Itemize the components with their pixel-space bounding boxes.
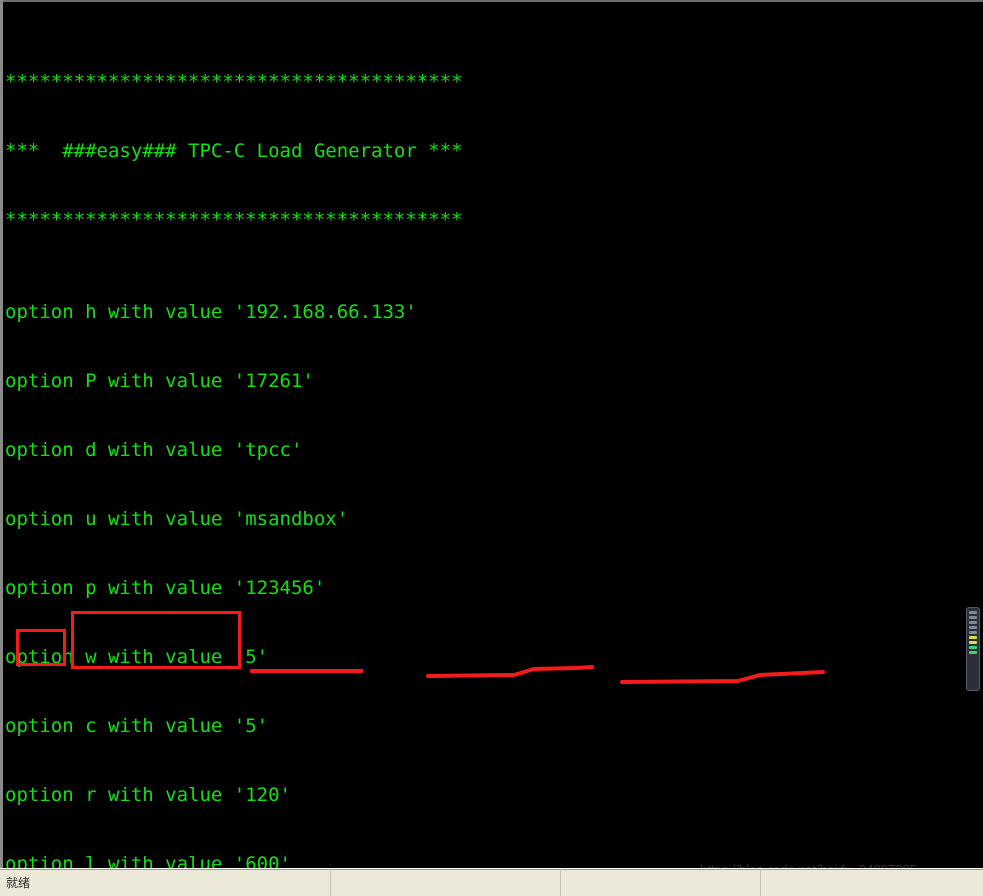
terminal-window[interactable]: ****************************************…	[0, 0, 983, 868]
terminal-screen[interactable]: ****************************************…	[5, 2, 983, 868]
banner-rule-bottom: ****************************************	[5, 209, 463, 231]
scroll-segment	[969, 636, 977, 639]
scroll-segment	[969, 616, 977, 619]
status-bar: 就绪	[0, 868, 983, 896]
scroll-segment	[969, 646, 977, 649]
scroll-segment	[969, 641, 977, 644]
banner-rule-top: ****************************************	[5, 71, 463, 93]
status-bar-ready-label: 就绪	[6, 876, 31, 890]
status-bar-separator	[760, 869, 761, 896]
scroll-segment	[969, 611, 977, 614]
option-line-u: option u with value 'msandbox'	[5, 508, 349, 530]
status-bar-separator	[560, 869, 561, 896]
scroll-segment	[969, 621, 977, 624]
scrollbar-indicator[interactable]	[966, 607, 980, 691]
option-line-p: option p with value '123456'	[5, 577, 326, 599]
option-line-d: option d with value 'tpcc'	[5, 439, 303, 461]
option-line-P: option P with value '17261'	[5, 370, 314, 392]
option-line-c: option c with value '5'	[5, 715, 269, 737]
scroll-segment	[969, 626, 977, 629]
option-line-r: option r with value '120'	[5, 784, 291, 806]
scroll-segment	[969, 631, 977, 634]
status-bar-rule	[0, 869, 983, 870]
status-bar-separator	[330, 869, 331, 896]
option-line-h: option h with value '192.168.66.133'	[5, 301, 417, 323]
window-frame-left	[0, 0, 3, 868]
option-line-w: option w with value '5'	[5, 646, 269, 668]
banner-title: *** ###easy### TPC-C Load Generator ***	[5, 140, 463, 162]
scroll-segment	[969, 651, 977, 654]
